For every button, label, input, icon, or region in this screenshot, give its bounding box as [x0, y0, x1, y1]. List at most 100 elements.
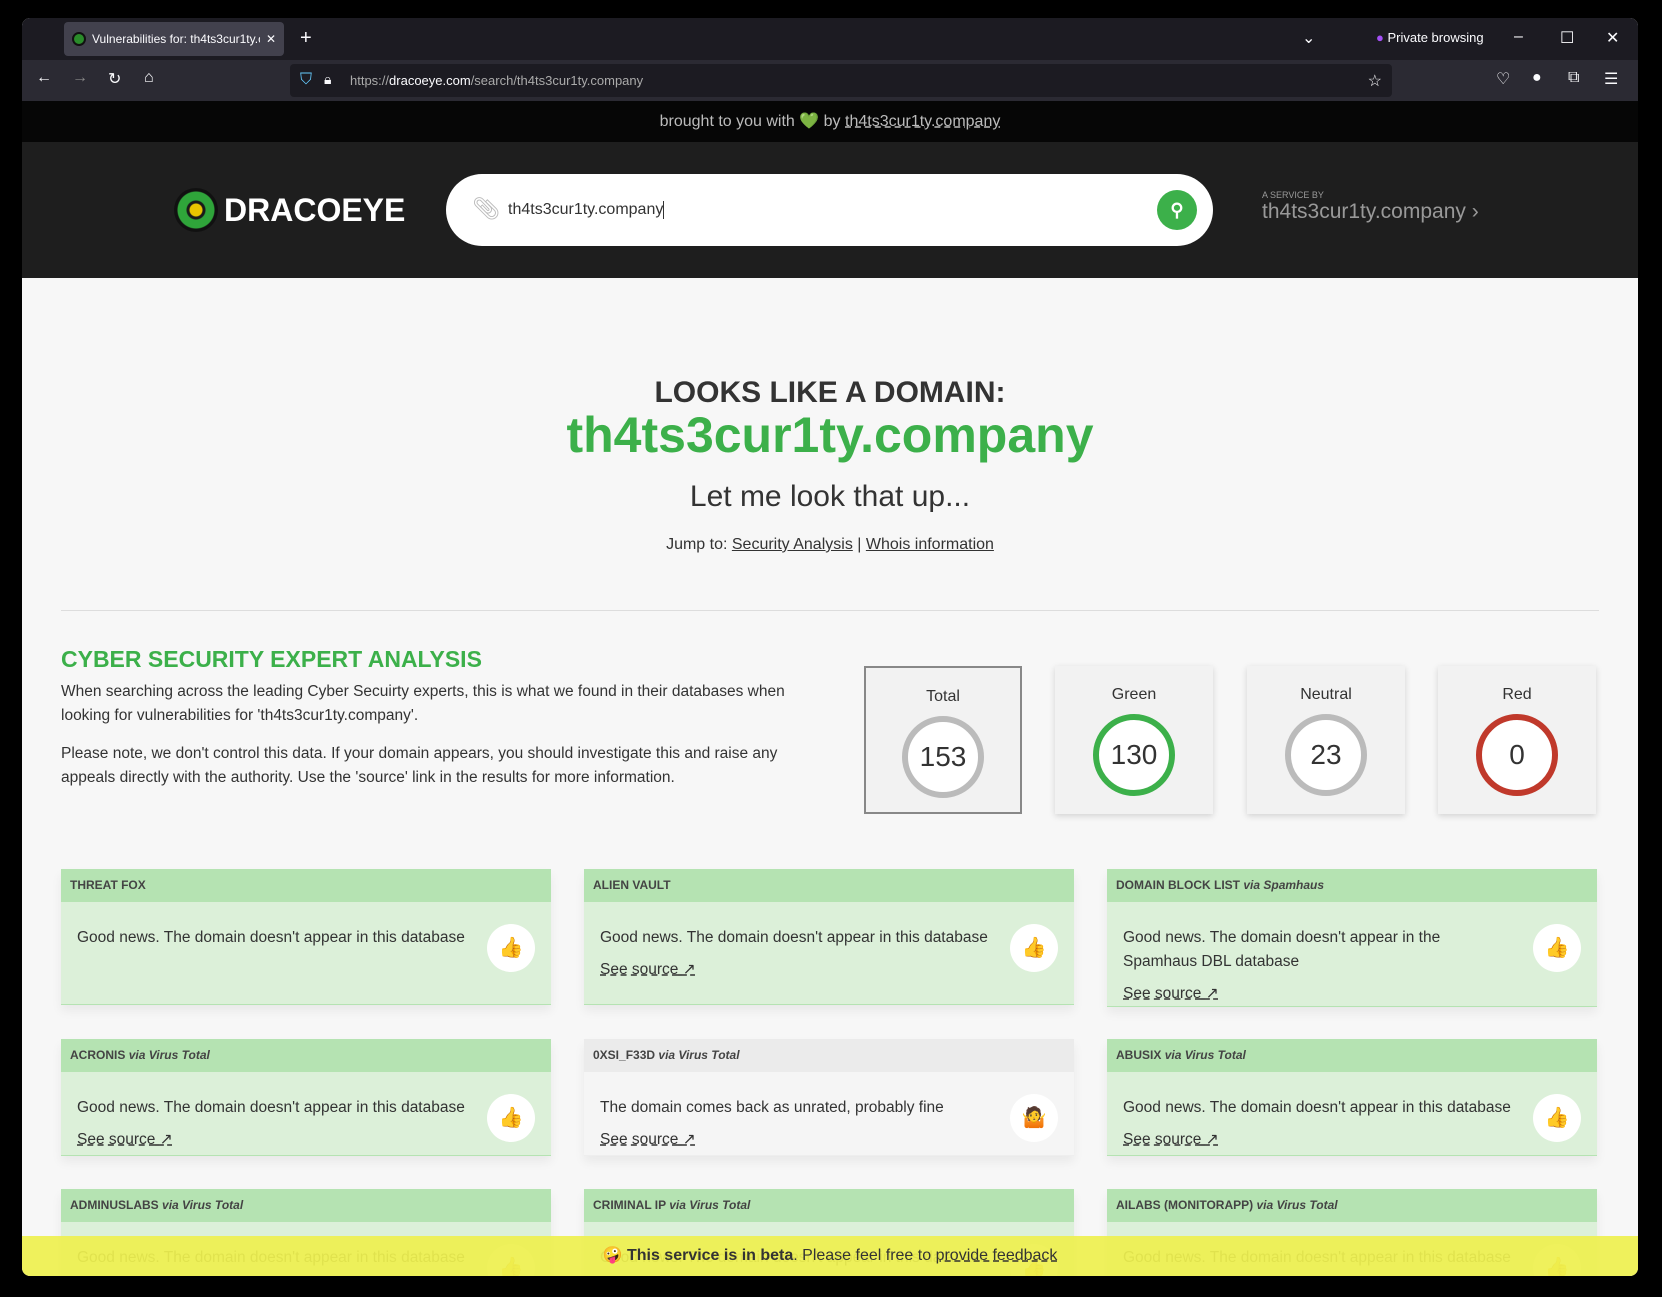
lock-icon[interactable]: 🔒︎ [324, 71, 331, 88]
stat-ring: 153 [902, 716, 984, 798]
external-link-icon: ↗ [159, 1131, 173, 1148]
jump-security-analysis[interactable]: Security Analysis [732, 536, 853, 553]
account-icon[interactable]: ● [1532, 69, 1542, 87]
stat-red[interactable]: Red 0 [1438, 666, 1596, 814]
logo-text: DRACOEYE [224, 191, 406, 228]
back-icon[interactable]: ← [36, 69, 52, 87]
hero-title: LOOKS LIKE A DOMAIN: [654, 376, 1006, 409]
site-header: DRACOEYE 📎︎ th4ts3cur1ty.company ⚲ A SER… [22, 142, 1638, 278]
banner-text: brought to you with [659, 113, 795, 130]
search-input[interactable]: 📎︎ th4ts3cur1ty.company ⚲ [446, 174, 1213, 246]
para-1: When searching across the leading Cyber … [61, 683, 785, 724]
maximize-button[interactable]: ☐ [1560, 28, 1574, 48]
forward-icon[interactable]: → [72, 69, 88, 87]
stat-neutral[interactable]: Neutral 23 [1247, 666, 1405, 814]
divider [61, 610, 1599, 611]
new-tab-button[interactable]: + [300, 27, 312, 50]
card-text: Good news. The domain doesn't appear in … [1123, 1099, 1511, 1116]
tab-title: Vulnerabilities for: th4ts3cur1ty.compan… [92, 32, 260, 46]
service-by-link[interactable]: A SERVICE BY th4ts3cur1ty.company › [1262, 190, 1479, 224]
external-link-icon: ↗ [1205, 985, 1219, 1002]
menu-icon[interactable]: ☰ [1604, 69, 1618, 89]
see-source-label: See source [600, 1131, 679, 1148]
stat-ring: 0 [1476, 714, 1558, 796]
external-link-icon: ↗ [682, 1131, 696, 1148]
card-via: via Virus Total [128, 1048, 210, 1062]
shield-icon[interactable]: ⛉ [300, 71, 312, 89]
see-source-label: See source [77, 1131, 156, 1148]
thumbs-up-icon: 👍 [487, 924, 535, 972]
jump-whois[interactable]: Whois information [866, 536, 994, 553]
extensions-icon[interactable]: ⧉ [1568, 69, 1579, 87]
list-tabs-chevron-icon[interactable]: ⌄ [1302, 28, 1315, 48]
stat-green[interactable]: Green 130 [1055, 666, 1213, 814]
tab-bar: Vulnerabilities for: th4ts3cur1ty.compan… [22, 18, 1638, 60]
jump-label: Jump to: [666, 536, 728, 553]
see-source-link[interactable]: See source ↗ [1123, 1128, 1219, 1152]
main-content: LOOKS LIKE A DOMAIN: th4ts3cur1ty.compan… [22, 278, 1638, 1276]
bookmark-star-icon[interactable]: ☆ [1368, 71, 1382, 91]
result-card: ACRONIS via Virus Total Good news. The d… [61, 1039, 551, 1156]
card-source-name: DOMAIN BLOCK LIST [1116, 878, 1240, 892]
beta-emoji-icon: 🤪 [602, 1247, 623, 1264]
minimize-button[interactable]: – [1514, 28, 1523, 46]
hero-subtitle: Let me look that up... [689, 480, 971, 513]
card-source-name: 0XSI_F33D [593, 1048, 656, 1062]
thumbs-up-icon: 👍 [1533, 1094, 1581, 1142]
see-source-label: See source [600, 961, 679, 978]
beta-bold: This service is in beta [626, 1247, 794, 1264]
section-title: CYBER SECURITY EXPERT ANALYSIS [61, 646, 482, 672]
banner-link[interactable]: th4ts3cur1ty.company [845, 113, 1000, 130]
pocket-icon[interactable]: ♡ [1496, 69, 1510, 89]
card-source-name: AILABS (MONITORAPP) [1116, 1198, 1254, 1212]
card-header: AILABS (MONITORAPP) via Virus Total [1107, 1189, 1597, 1222]
paperclip-icon[interactable]: 📎︎ [472, 196, 500, 222]
top-banner: brought to you with 💚 by th4ts3cur1ty.co… [22, 101, 1638, 142]
close-tab-icon[interactable]: ✕ [266, 32, 276, 46]
card-header: ABUSIX via Virus Total [1107, 1039, 1597, 1072]
see-source-label: See source [1123, 985, 1202, 1002]
stat-ring: 130 [1093, 714, 1175, 796]
home-icon[interactable]: ⌂ [144, 69, 154, 87]
external-link-icon: ↗ [1205, 1131, 1219, 1148]
shrug-icon: 🤷 [1010, 1094, 1058, 1142]
see-source-link[interactable]: See source ↗ [77, 1128, 173, 1152]
reload-icon[interactable]: ↻ [108, 69, 121, 89]
tab-active[interactable]: Vulnerabilities for: th4ts3cur1ty.compan… [64, 22, 284, 56]
service-name: th4ts3cur1ty.company › [1262, 200, 1479, 223]
card-source-name: ABUSIX [1116, 1048, 1162, 1062]
card-header: THREAT FOX [61, 869, 551, 902]
url-bar[interactable]: ⛉ 🔒︎ https://dracoeye.com/search/th4ts3c… [290, 64, 1392, 97]
stat-label: Red [1502, 686, 1532, 703]
heart-icon: 💚 [799, 113, 820, 130]
logo[interactable]: DRACOEYE [174, 188, 405, 232]
stat-label: Neutral [1300, 686, 1352, 703]
card-source-name: THREAT FOX [70, 878, 146, 892]
stat-label: Green [1111, 686, 1157, 703]
see-source-link[interactable]: See source ↗ [1123, 982, 1219, 1006]
card-text: Good news. The domain doesn't appear in … [77, 929, 465, 946]
url-path: /search/th4ts3cur1ty.company [470, 73, 644, 88]
search-button[interactable]: ⚲ [1157, 190, 1197, 230]
card-source-name: ADMINUSLABS [70, 1198, 159, 1212]
card-via: via Virus Total [658, 1048, 740, 1062]
see-source-link[interactable]: See source ↗ [600, 958, 696, 982]
see-source-link[interactable]: See source ↗ [600, 1128, 696, 1152]
feedback-link[interactable]: provide feedback [936, 1247, 1058, 1264]
card-text: Good news. The domain doesn't appear in … [77, 1099, 465, 1116]
result-card: DOMAIN BLOCK LIST via Spamhaus Good news… [1107, 869, 1597, 1007]
favicon-icon [72, 32, 86, 46]
close-window-button[interactable]: ✕ [1606, 28, 1619, 48]
thumbs-up-icon: 👍 [1010, 924, 1058, 972]
jump-links: Jump to: Security Analysis | Whois infor… [22, 536, 1638, 554]
banner-by: by [823, 113, 841, 130]
stat-total[interactable]: Total 153 [864, 666, 1022, 814]
card-source-name: ACRONIS [70, 1048, 126, 1062]
hero-domain: th4ts3cur1ty.company [566, 407, 1094, 463]
see-source-label: See source [1123, 1131, 1202, 1148]
card-header: ADMINUSLABS via Virus Total [61, 1189, 551, 1222]
private-label: Private browsing [1387, 30, 1484, 45]
card-via: via Virus Total [162, 1198, 244, 1212]
browser-window: Vulnerabilities for: th4ts3cur1ty.compan… [22, 18, 1638, 1276]
card-header: ACRONIS via Virus Total [61, 1039, 551, 1072]
